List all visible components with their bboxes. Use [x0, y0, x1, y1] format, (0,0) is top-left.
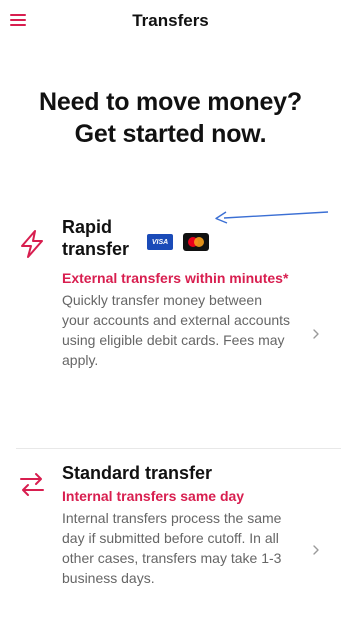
swap-arrows-icon — [20, 473, 44, 496]
standard-transfer-title: Standard transfer — [62, 463, 213, 483]
lightning-bolt-icon — [21, 230, 43, 258]
rapid-transfer-description: Quickly transfer money between your acco… — [62, 292, 291, 368]
rapid-transfer-content: Rapid transfer VISA External transfers w… — [62, 216, 292, 370]
rapid-transfer-title: Rapid transfer — [62, 217, 130, 259]
hero-heading: Need to move money? Get started now. — [0, 86, 341, 150]
annotation-arrow — [215, 211, 329, 224]
standard-transfer-content: Standard transfer Internal transfers sam… — [62, 462, 292, 588]
rapid-transfer-option[interactable]: Rapid transfer VISA External transfers w… — [0, 216, 341, 442]
chevron-right-icon — [313, 545, 319, 555]
standard-transfer-subtitle: Internal transfers same day — [62, 488, 245, 504]
visa-logo: VISA — [147, 234, 173, 250]
top-app-bar: Transfers — [0, 0, 341, 44]
standard-transfer-option[interactable]: Standard transfer Internal transfers sam… — [0, 462, 341, 632]
hero-line-2: Get started now. — [74, 120, 267, 148]
rapid-transfer-subtitle: External transfers within minutes* — [62, 270, 289, 286]
standard-transfer-description: Internal transfers process the same day … — [62, 510, 282, 586]
screen-title: Transfers — [132, 11, 209, 30]
option-divider — [16, 448, 341, 449]
card-logos: VISA — [147, 233, 209, 251]
chevron-right-icon — [313, 329, 319, 339]
hero-line-1: Need to move money? — [39, 88, 302, 116]
mastercard-logo — [183, 233, 209, 251]
